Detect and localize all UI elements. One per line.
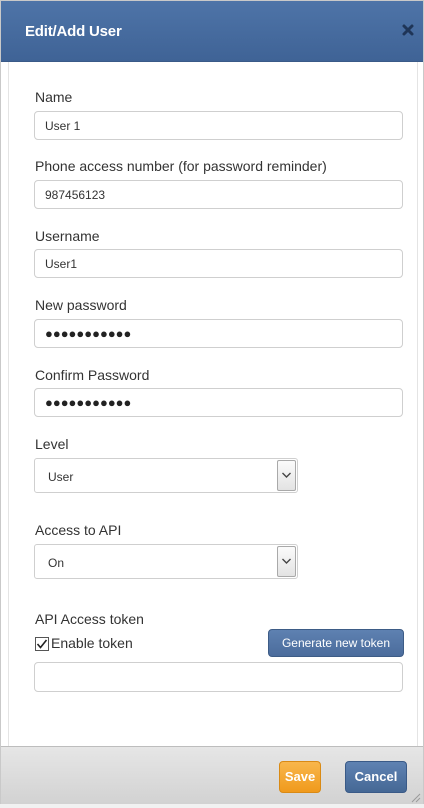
username-input[interactable]	[34, 249, 403, 278]
level-selected-value: User	[48, 470, 74, 484]
level-label: Level	[35, 436, 69, 452]
edit-user-dialog: Edit/Add User Name Phone access number (…	[0, 0, 424, 804]
username-label: Username	[35, 228, 100, 244]
confirm-password-label: Confirm Password	[35, 367, 150, 383]
phone-input[interactable]	[34, 180, 403, 209]
api-access-select[interactable]: On	[34, 544, 298, 579]
dialog-title: Edit/Add User	[25, 23, 122, 40]
enable-token-checkbox[interactable]	[35, 637, 49, 651]
enable-token-label: Enable token	[51, 635, 133, 651]
name-input[interactable]	[34, 111, 403, 140]
chevron-down-icon[interactable]	[277, 460, 296, 491]
dialog-titlebar: Edit/Add User	[1, 1, 423, 62]
close-icon[interactable]	[399, 21, 417, 39]
resize-grip-icon[interactable]	[409, 790, 421, 803]
save-button[interactable]: Save	[279, 761, 321, 793]
dialog-footer: Save Cancel	[1, 746, 423, 804]
api-token-label: API Access token	[35, 611, 144, 627]
api-token-input[interactable]	[34, 662, 403, 692]
new-password-value: ●●●●●●●●●●●	[45, 326, 132, 341]
checkmark-icon	[36, 639, 48, 649]
new-password-label: New password	[35, 297, 127, 313]
name-label: Name	[35, 89, 73, 105]
chevron-down-icon[interactable]	[277, 546, 296, 577]
cancel-button[interactable]: Cancel	[345, 761, 407, 793]
api-access-label: Access to API	[35, 522, 122, 538]
confirm-password-value: ●●●●●●●●●●●	[45, 395, 132, 410]
level-select[interactable]: User	[34, 458, 298, 493]
api-access-selected-value: On	[48, 556, 65, 570]
generate-token-button[interactable]: Generate new token	[268, 629, 404, 657]
phone-label: Phone access number (for password remind…	[35, 158, 327, 174]
